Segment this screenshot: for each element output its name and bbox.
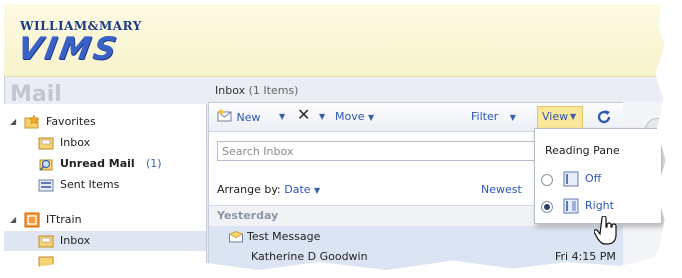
move-button[interactable]: Move ▼ <box>335 109 374 125</box>
search-folder-icon <box>39 159 53 171</box>
sidebar-item-label: Sent Items <box>60 178 120 191</box>
sidebar-item-label: Unread Mail <box>60 157 135 170</box>
inbox-icon <box>38 235 54 248</box>
folder-pane: ◢ Favorites Inbox Unread Mail (1) Sent I… <box>4 104 207 270</box>
inbox-icon <box>38 137 54 150</box>
new-button[interactable]: New <box>217 109 261 125</box>
favorites-group[interactable]: ◢ Favorites <box>4 112 206 132</box>
menu-item-off[interactable]: Off <box>535 169 661 191</box>
sidebar-item-ittrain-inbox[interactable]: Inbox <box>4 231 206 251</box>
menu-item-label: Off <box>585 172 602 185</box>
favorites-label: Favorites <box>46 115 96 128</box>
message-sender: Katherine D Goodwin <box>251 250 368 263</box>
message-subject: Test Message <box>247 230 321 243</box>
new-dropdown-arrow-icon[interactable]: ▼ <box>279 109 285 125</box>
reading-pane-heading: Reading Pane <box>545 144 620 157</box>
arrange-label: Arrange by: <box>217 183 281 196</box>
account-group[interactable]: ◢ ITtrain <box>4 210 206 230</box>
pane-right-icon <box>563 198 579 214</box>
account-label: ITtrain <box>46 213 82 226</box>
pane-off-icon <box>563 171 579 187</box>
expand-triangle-icon[interactable]: ◢ <box>10 112 16 132</box>
favorites-folder-icon <box>24 114 40 129</box>
sent-items-icon <box>38 179 54 192</box>
sidebar-item-partial[interactable] <box>4 252 206 270</box>
sidebar-item-inbox[interactable]: Inbox <box>4 133 206 153</box>
view-label: View <box>542 110 569 123</box>
menu-item-label: Right <box>585 199 614 212</box>
mailbox-icon <box>24 212 40 228</box>
delete-dropdown-arrow-icon[interactable]: ▼ <box>319 109 325 125</box>
sidebar-item-unread-mail[interactable]: Unread Mail (1) <box>4 154 206 174</box>
menu-item-right[interactable]: Right <box>535 196 661 218</box>
arrange-value: Date <box>284 183 311 196</box>
view-button[interactable]: View ▼ <box>537 106 583 128</box>
logo-vims: VIMS <box>14 31 122 67</box>
group-label: Yesterday <box>217 209 279 222</box>
header-banner: WILLIAM&MARY VIMS <box>4 4 666 77</box>
search-input[interactable]: Search Inbox <box>217 141 577 161</box>
item-count: (1 Items) <box>248 84 299 97</box>
message-time: Fri 4:15 PM <box>555 250 616 263</box>
refresh-icon[interactable] <box>596 109 612 125</box>
delete-icon[interactable]: ✕ <box>297 107 310 123</box>
move-label: Move <box>335 110 365 123</box>
folder-icon <box>38 256 54 269</box>
sidebar-item-label: Inbox <box>60 234 91 247</box>
hand-cursor-icon <box>594 216 617 245</box>
app-window: WILLIAM&MARY VIMS Mail ◢ Favorites Inbox <box>4 4 666 270</box>
folder-header: Inbox (1 Items) <box>215 84 298 97</box>
chevron-down-icon: ▼ <box>509 113 516 122</box>
view-menu: Reading Pane Off Right <box>534 128 662 224</box>
chevron-down-icon: ▼ <box>368 113 375 122</box>
chevron-down-icon: ▼ <box>314 186 321 195</box>
chevron-down-icon: ▼ <box>570 112 577 121</box>
sidebar-item-sent-items[interactable]: Sent Items <box>4 175 206 195</box>
new-mail-icon <box>217 109 232 122</box>
unread-count: (1) <box>146 157 162 170</box>
envelope-icon <box>229 231 243 243</box>
folder-title: Inbox <box>215 84 246 97</box>
expand-triangle-icon[interactable]: ◢ <box>10 210 16 230</box>
sort-order[interactable]: Newest <box>481 183 522 196</box>
filter-button[interactable]: Filter ▼ <box>471 109 516 125</box>
table-row[interactable]: Test Message Katherine D Goodwin Fri 4:1… <box>209 226 623 270</box>
arrange-by[interactable]: Arrange by: Date ▼ <box>217 183 320 196</box>
filter-label: Filter <box>471 110 499 123</box>
new-label: New <box>236 111 261 124</box>
radio-off[interactable] <box>541 174 553 186</box>
sidebar-item-label: Inbox <box>60 136 91 149</box>
radio-right[interactable] <box>541 201 553 213</box>
